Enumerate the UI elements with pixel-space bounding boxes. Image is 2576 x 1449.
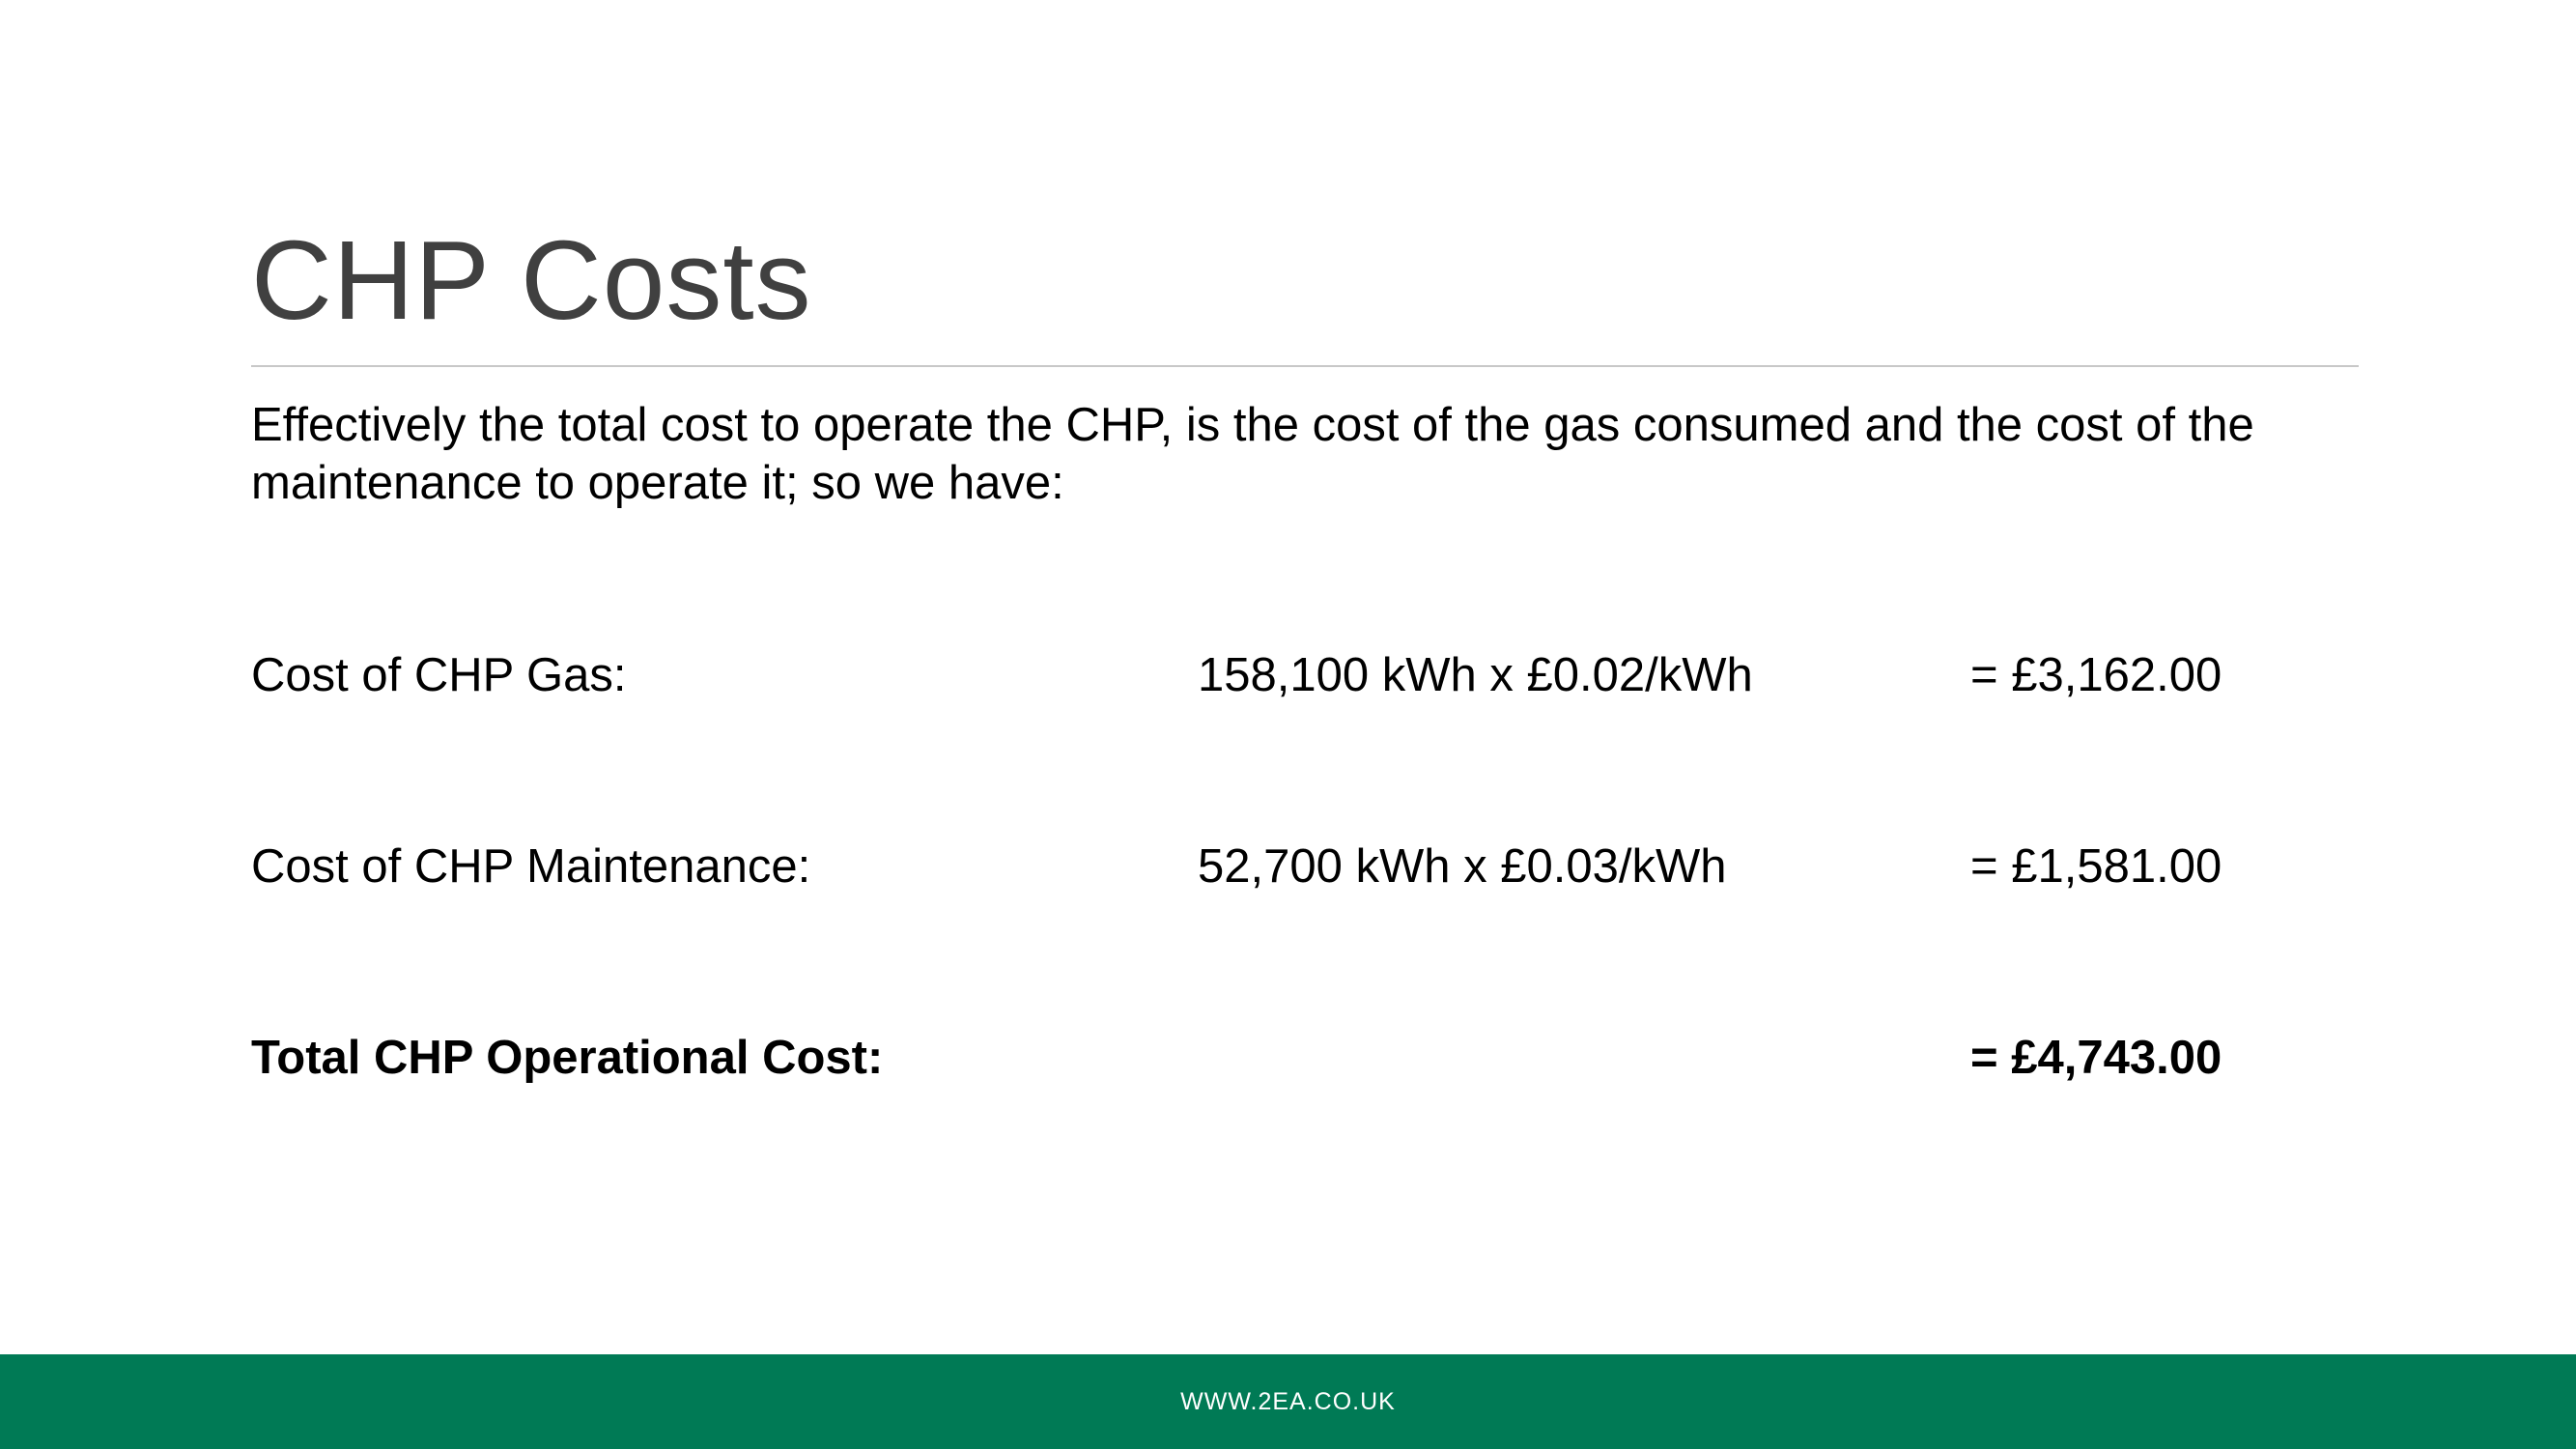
footer-bar: WWW.2EA.CO.UK [0, 1354, 2576, 1449]
gas-cost-row: Cost of CHP Gas: 158,100 kWh x £0.02/kWh… [0, 641, 2576, 709]
total-cost-result: = £4,743.00 [1970, 1032, 2222, 1084]
gas-cost-label: Cost of CHP Gas: [251, 649, 627, 701]
total-cost-label: Total CHP Operational Cost: [251, 1032, 884, 1084]
intro-paragraph: Effectively the total cost to operate th… [251, 399, 2254, 509]
maintenance-cost-result: = £1,581.00 [1970, 840, 2222, 893]
footer-url[interactable]: WWW.2EA.CO.UK [0, 1354, 2576, 1449]
maintenance-cost-calculation: 52,700 kWh x £0.03/kWh [1198, 840, 1727, 893]
title-divider [251, 365, 2359, 367]
total-cost-row: Total CHP Operational Cost: = £4,743.00 [0, 1024, 2576, 1092]
gas-cost-result: = £3,162.00 [1970, 649, 2222, 701]
slide-title: CHP Costs [251, 217, 812, 343]
gas-cost-calculation: 158,100 kWh x £0.02/kWh [1198, 649, 1753, 701]
maintenance-cost-label: Cost of CHP Maintenance: [251, 840, 811, 893]
maintenance-cost-row: Cost of CHP Maintenance: 52,700 kWh x £0… [0, 833, 2576, 900]
